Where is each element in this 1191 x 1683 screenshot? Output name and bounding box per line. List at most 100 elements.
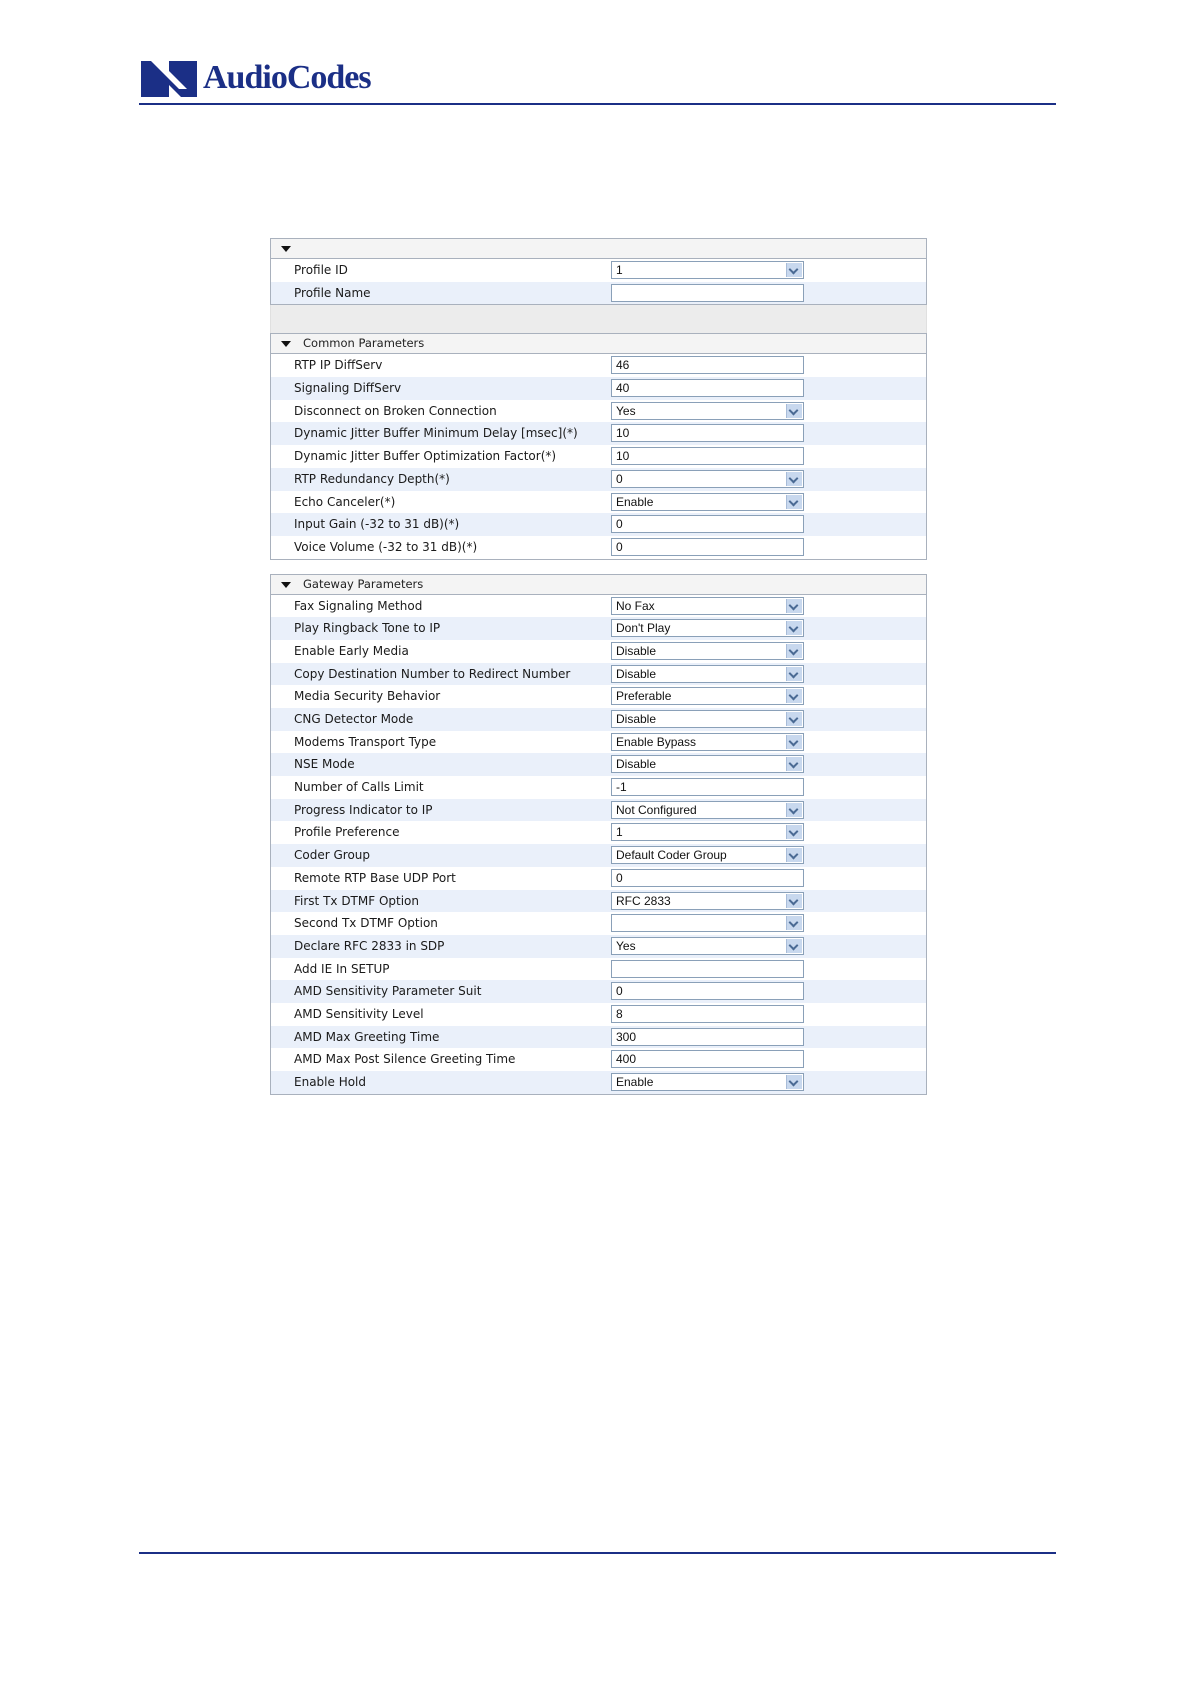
copy-destination-number-to-redirect-number-select[interactable]: Disable: [611, 664, 804, 683]
fax-signaling-method-select[interactable]: No Fax: [611, 596, 804, 615]
dropdown-arrow-icon[interactable]: [786, 734, 802, 749]
collapse-triangle-icon[interactable]: [281, 246, 291, 252]
dropdown-arrow-icon[interactable]: [786, 757, 802, 772]
profile-name-input[interactable]: [611, 283, 804, 302]
field-label: Voice Volume (-32 to 31 dB)(*): [294, 539, 478, 554]
declare-rfc-2833-in-sdp-select[interactable]: Yes: [611, 936, 804, 955]
field-label: Remote RTP Base UDP Port: [294, 870, 456, 885]
row-second-tx-dtmf-option: Second Tx DTMF Option: [271, 912, 926, 935]
field-label: AMD Max Greeting Time: [294, 1029, 440, 1044]
media-security-behavior-select[interactable]: Preferable: [611, 687, 804, 706]
row-amd-sensitivity-level: AMD Sensitivity Level 8: [271, 1003, 926, 1026]
dropdown-arrow-icon[interactable]: [786, 494, 802, 509]
field-value: 1: [616, 263, 623, 277]
dropdown-arrow-icon[interactable]: [786, 598, 802, 613]
echo-canceler-select[interactable]: Enable: [611, 492, 804, 511]
dropdown-arrow-icon[interactable]: [786, 666, 802, 681]
field-value: -1: [616, 780, 627, 795]
dynamic-jitter-buffer-minimum-delay-msec-input[interactable]: 10: [611, 424, 804, 443]
audiocodes-logo-icon: [141, 61, 197, 97]
field-label: Copy Destination Number to Redirect Numb…: [294, 666, 571, 681]
cng-detector-mode-select[interactable]: Disable: [611, 710, 804, 728]
dropdown-arrow-icon[interactable]: [786, 1075, 802, 1089]
field-label: Modems Transport Type: [294, 734, 437, 749]
common-parameters-group: Common Parameters RTP IP DiffServ 46 Signa…: [270, 333, 927, 560]
dropdown-arrow-icon[interactable]: [786, 848, 802, 863]
common-parameters-header[interactable]: Common Parameters: [271, 334, 926, 355]
second-tx-dtmf-option-select[interactable]: [611, 914, 804, 933]
field-value: Default Coder Group: [616, 848, 727, 863]
enable-hold-select[interactable]: Enable: [611, 1073, 804, 1091]
row-first-tx-dtmf-option: First Tx DTMF Option RFC 2833: [271, 889, 926, 913]
profile-id-select[interactable]: 1: [611, 261, 804, 279]
disconnect-on-broken-connection-select[interactable]: Yes: [611, 401, 804, 420]
row-voice-volume-32-to-31-db: Voice Volume (-32 to 31 dB)(*) 0: [271, 536, 926, 559]
dropdown-arrow-icon[interactable]: [786, 643, 802, 658]
gateway-parameters-header[interactable]: Gateway Parameters: [271, 574, 926, 595]
dropdown-arrow-icon[interactable]: [786, 916, 802, 931]
first-tx-dtmf-option-select[interactable]: RFC 2833: [611, 891, 804, 910]
coder-group-select[interactable]: Default Coder Group: [611, 846, 804, 865]
amd-max-greeting-time-input[interactable]: 300: [611, 1027, 804, 1046]
nse-mode-select[interactable]: Disable: [611, 755, 804, 774]
collapse-triangle-icon[interactable]: [281, 581, 291, 588]
field-value: 0: [616, 870, 623, 885]
dropdown-arrow-icon[interactable]: [786, 712, 802, 726]
field-label: NSE Mode: [294, 757, 355, 772]
row-enable-early-media: Enable Early Media Disable: [271, 640, 926, 663]
row-coder-group: Coder Group Default Coder Group: [271, 844, 926, 867]
dropdown-arrow-icon[interactable]: [786, 938, 802, 953]
signaling-diffserv-input[interactable]: 40: [611, 379, 804, 398]
field-value: 0: [616, 984, 623, 999]
row-add-ie-in-setup: Add IE In SETUP: [271, 958, 926, 981]
row-dynamic-jitter-buffer-minimum-delay-msec: Dynamic Jitter Buffer Minimum Delay [mse…: [271, 422, 926, 446]
input-gain-32-to-31-db-input[interactable]: 0: [611, 515, 804, 534]
amd-sensitivity-level-input[interactable]: 8: [611, 1004, 804, 1023]
dropdown-arrow-icon[interactable]: [786, 621, 802, 636]
row-nse-mode: NSE Mode Disable: [271, 753, 926, 777]
rtp-ip-diffserv-input[interactable]: 46: [611, 356, 804, 375]
field-label: AMD Sensitivity Level: [294, 1006, 424, 1021]
row-number-of-calls-limit: Number of Calls Limit -1: [271, 776, 926, 799]
header-rule: [139, 103, 1056, 105]
row-enable-hold: Enable Hold Enable: [271, 1071, 926, 1094]
field-value: 300: [616, 1029, 637, 1044]
rtp-redundancy-depth-select[interactable]: 0: [611, 469, 804, 488]
field-value: 8: [616, 1006, 623, 1021]
voice-volume-32-to-31-db-input[interactable]: 0: [611, 537, 804, 556]
dropdown-arrow-icon[interactable]: [786, 403, 802, 418]
dropdown-arrow-icon[interactable]: [786, 689, 802, 704]
row-amd-max-greeting-time: AMD Max Greeting Time 300: [271, 1025, 926, 1049]
field-label: Coder Group: [294, 848, 371, 863]
dropdown-arrow-icon[interactable]: [786, 471, 802, 486]
field-label: Signaling DiffServ: [294, 381, 402, 396]
field-label: AMD Sensitivity Parameter Suit: [294, 984, 482, 999]
add-ie-in-setup-input[interactable]: [611, 959, 804, 978]
play-ringback-tone-to-ip-select[interactable]: Don't Play: [611, 619, 804, 638]
number-of-calls-limit-input[interactable]: -1: [611, 778, 804, 797]
field-label: Dynamic Jitter Buffer Minimum Delay [mse…: [294, 426, 578, 441]
remote-rtp-base-udp-port-input[interactable]: 0: [611, 868, 804, 887]
enable-early-media-select[interactable]: Disable: [611, 641, 804, 660]
gateway-parameters-title: Gateway Parameters: [303, 576, 424, 591]
general-group-header[interactable]: [271, 239, 926, 259]
amd-sensitivity-parameter-suit-input[interactable]: 0: [611, 982, 804, 1001]
progress-indicator-to-ip-select[interactable]: Not Configured: [611, 800, 804, 819]
field-value: Disable: [616, 757, 657, 772]
common-parameters-title: Common Parameters: [303, 336, 425, 351]
profile-preference-select[interactable]: 1: [611, 823, 804, 842]
collapse-triangle-icon[interactable]: [281, 341, 291, 348]
dropdown-arrow-icon[interactable]: [786, 263, 802, 277]
dropdown-arrow-icon[interactable]: [786, 893, 802, 908]
modems-transport-type-select[interactable]: Enable Bypass: [611, 732, 804, 751]
dropdown-arrow-icon[interactable]: [786, 825, 802, 840]
section-spacer: [270, 305, 927, 334]
general-rows: Profile ID 1 Profile Name: [271, 259, 926, 305]
row-fax-signaling-method: Fax Signaling Method No Fax: [271, 595, 926, 618]
amd-max-post-silence-greeting-time-input[interactable]: 400: [611, 1050, 804, 1069]
field-value: 0: [616, 539, 623, 554]
dynamic-jitter-buffer-optimization-factor-input[interactable]: 10: [611, 447, 804, 466]
dropdown-arrow-icon[interactable]: [786, 802, 802, 817]
row-input-gain-32-to-31-db: Input Gain (-32 to 31 dB)(*) 0: [271, 513, 926, 536]
